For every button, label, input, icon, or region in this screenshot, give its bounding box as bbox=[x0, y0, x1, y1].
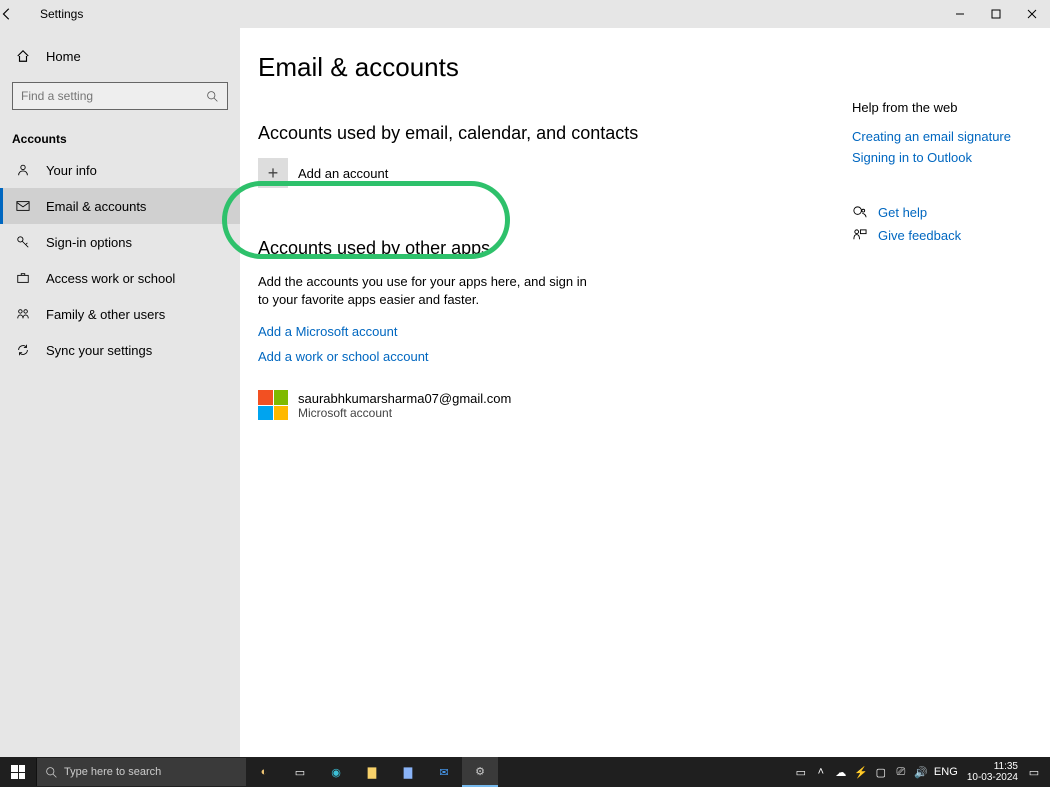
start-button[interactable] bbox=[0, 757, 36, 787]
tray-battery-icon[interactable]: ⚡ bbox=[851, 766, 871, 779]
link-add-microsoft-account[interactable]: Add a Microsoft account bbox=[258, 324, 397, 339]
help-title: Help from the web bbox=[852, 100, 1042, 115]
tray-onedrive-icon[interactable]: ☁ bbox=[831, 766, 851, 779]
give-feedback-link[interactable]: Give feedback bbox=[878, 228, 961, 243]
sidebar-item-label: Your info bbox=[46, 163, 97, 178]
home-label: Home bbox=[46, 49, 81, 64]
taskbar-search-placeholder: Type here to search bbox=[64, 766, 161, 778]
tray-meet-now-icon[interactable]: ▭ bbox=[791, 766, 811, 779]
tray-date: 10-03-2024 bbox=[967, 772, 1018, 783]
sync-icon bbox=[16, 343, 38, 357]
search-icon bbox=[206, 90, 219, 103]
tray-clock[interactable]: 11:35 10-03-2024 bbox=[967, 761, 1018, 783]
tray-language[interactable]: ENG bbox=[931, 766, 961, 778]
sidebar-item-signin-options[interactable]: Sign-in options bbox=[0, 224, 240, 260]
mail-icon bbox=[16, 199, 38, 213]
close-button[interactable] bbox=[1014, 0, 1050, 28]
tray-time: 11:35 bbox=[967, 761, 1018, 772]
link-add-work-school-account[interactable]: Add a work or school account bbox=[258, 349, 429, 364]
sidebar-item-access-work[interactable]: Access work or school bbox=[0, 260, 240, 296]
sidebar-item-label: Sign-in options bbox=[46, 235, 132, 250]
help-icon bbox=[852, 205, 872, 220]
add-account-label: Add an account bbox=[298, 166, 388, 181]
taskbar-edge-icon[interactable]: ◉ bbox=[318, 757, 354, 787]
sidebar-item-email-accounts[interactable]: Email & accounts bbox=[0, 188, 240, 224]
sidebar-item-label: Sync your settings bbox=[46, 343, 152, 358]
tray-wifi-icon[interactable]: ⎚ bbox=[891, 766, 911, 779]
get-help-link[interactable]: Get help bbox=[878, 205, 927, 220]
taskbar-store-icon[interactable]: ▇ bbox=[390, 757, 426, 787]
help-link-email-signature[interactable]: Creating an email signature bbox=[852, 129, 1042, 144]
taskbar-taskview-icon[interactable]: ▭ bbox=[282, 757, 318, 787]
feedback-icon bbox=[852, 228, 872, 243]
window-title: Settings bbox=[40, 7, 83, 21]
help-panel: Help from the web Creating an email sign… bbox=[852, 100, 1042, 251]
key-icon bbox=[16, 235, 38, 249]
tray-chevron-up-icon[interactable]: ˄ bbox=[811, 766, 831, 778]
sidebar-section-label: Accounts bbox=[0, 118, 240, 152]
taskbar-search[interactable]: Type here to search bbox=[36, 758, 246, 786]
person-icon bbox=[16, 163, 38, 177]
briefcase-icon bbox=[16, 271, 38, 285]
sidebar-item-label: Access work or school bbox=[46, 271, 175, 286]
page-title: Email & accounts bbox=[258, 52, 1050, 83]
tray-notifications-icon[interactable]: ▭ bbox=[1024, 766, 1044, 779]
tray-volume-icon[interactable]: 🔊 bbox=[911, 766, 931, 779]
window-controls bbox=[942, 0, 1050, 28]
sidebar-item-your-info[interactable]: Your info bbox=[0, 152, 240, 188]
account-info: saurabhkumarsharma07@gmail.com Microsoft… bbox=[298, 391, 511, 420]
sidebar-item-label: Family & other users bbox=[46, 307, 165, 322]
sidebar-item-family[interactable]: Family & other users bbox=[0, 296, 240, 332]
home-button[interactable]: Home bbox=[0, 38, 240, 74]
plus-icon: + bbox=[258, 158, 288, 188]
account-type: Microsoft account bbox=[298, 406, 511, 420]
sidebar-item-label: Email & accounts bbox=[46, 199, 146, 214]
taskbar-cortana-icon[interactable]: ◐ bbox=[246, 757, 282, 787]
microsoft-logo-icon bbox=[258, 390, 288, 420]
maximize-button[interactable] bbox=[978, 0, 1014, 28]
people-icon bbox=[16, 307, 38, 321]
account-email: saurabhkumarsharma07@gmail.com bbox=[298, 391, 511, 406]
back-button[interactable] bbox=[0, 7, 40, 21]
account-entry[interactable]: saurabhkumarsharma07@gmail.com Microsoft… bbox=[258, 390, 1050, 420]
search-box[interactable] bbox=[12, 82, 228, 110]
home-icon bbox=[16, 49, 38, 63]
taskbar-explorer-icon[interactable]: ▇ bbox=[354, 757, 390, 787]
help-link-outlook-signin[interactable]: Signing in to Outlook bbox=[852, 150, 1042, 165]
system-tray: ▭ ˄ ☁ ⚡ ▢ ⎚ 🔊 ENG 11:35 10-03-2024 ▭ bbox=[791, 757, 1050, 787]
titlebar: Settings bbox=[0, 0, 1050, 28]
taskbar: Type here to search ◐ ▭ ◉ ▇ ▇ ✉ ⚙ ▭ ˄ ☁ … bbox=[0, 757, 1050, 787]
minimize-button[interactable] bbox=[942, 0, 978, 28]
sidebar-item-sync[interactable]: Sync your settings bbox=[0, 332, 240, 368]
sidebar: Home Accounts Your info Email & accounts… bbox=[0, 28, 240, 757]
tray-touchpad-icon[interactable]: ▢ bbox=[871, 766, 891, 779]
taskbar-mail-icon[interactable]: ✉ bbox=[426, 757, 462, 787]
section-description: Add the accounts you use for your apps h… bbox=[258, 273, 588, 308]
taskbar-settings-icon[interactable]: ⚙ bbox=[462, 757, 498, 787]
search-input[interactable] bbox=[21, 89, 191, 103]
